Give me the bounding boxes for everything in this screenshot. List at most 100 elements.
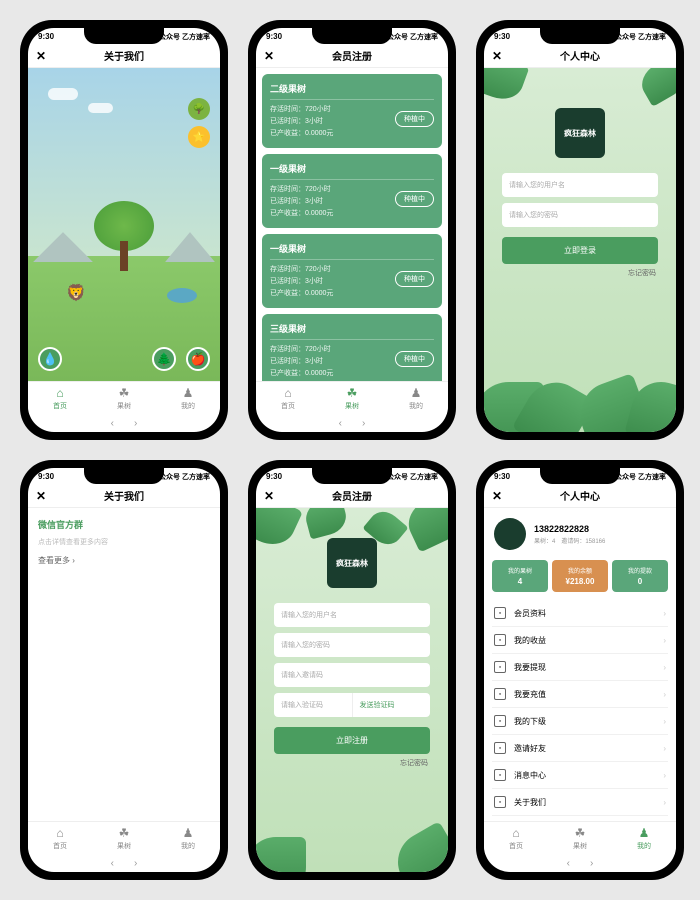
tree-card[interactable]: 三级果树存活时间：720小时已活时间：3小时已产收益：0.0000元种植中 [262,314,442,381]
login-button[interactable]: 立即登录 [502,237,658,264]
next[interactable]: › [590,858,593,869]
tree-icon: ☘ [345,386,359,400]
plant-button[interactable]: 种植中 [395,111,434,127]
user-icon: ♟ [409,386,423,400]
tree-icon: ☘ [117,826,131,840]
tab-home[interactable]: ⌂首页 [484,826,548,851]
chevron-right-icon: › [663,771,666,780]
close-icon[interactable]: ✕ [36,489,52,503]
tab-tree[interactable]: ☘果树 [92,386,156,411]
tab-home[interactable]: ⌂首页 [256,386,320,411]
menu-item[interactable]: ▫关于我们› [492,789,668,816]
menu-item[interactable]: ▫消息中心› [492,762,668,789]
logo: 疯狂森林 [555,108,605,158]
tree-card[interactable]: 一级果树存活时间：720小时已活时间：3小时已产收益：0.0000元种植中 [262,234,442,308]
chevron-right-icon: › [663,636,666,645]
chevron-right-icon: › [663,690,666,699]
password-input[interactable]: 请输入您的密码 [502,203,658,227]
invite-code-input[interactable]: 请输入邀请码 [274,663,430,687]
prev[interactable]: ‹ [111,858,114,869]
badge-2[interactable]: ⭐ [188,126,210,148]
card-title: 一级果树 [270,242,434,260]
tab-my[interactable]: ♟我的 [156,826,220,851]
chevron-right-icon: › [663,744,666,753]
menu-item[interactable]: ▫我要充值› [492,681,668,708]
fruit-button[interactable]: 🍎 [186,347,210,371]
captcha-input[interactable]: 请输入验证码 [274,693,352,717]
tab-home[interactable]: ⌂首页 [28,826,92,851]
mytree-button[interactable]: 🌲 [152,347,176,371]
forgot-link[interactable]: 忘记密码 [276,758,428,768]
time: 9:30 [38,32,54,42]
page-title: 关于我们 [52,48,196,63]
tab-tree[interactable]: ☘果树 [320,386,384,411]
plant-button[interactable]: 种植中 [395,271,434,287]
prev[interactable]: ‹ [111,418,114,429]
page-title: 个人中心 [508,48,652,63]
card-title: 二级果树 [270,82,434,100]
user-icon: ♟ [181,826,195,840]
close-icon[interactable]: ✕ [36,49,52,63]
menu-icon: ▫ [494,688,506,700]
stat-card[interactable]: 我的果树4 [492,560,548,592]
plant-button[interactable]: 种植中 [395,351,434,367]
tab-home[interactable]: ⌂首页 [28,386,92,411]
prev[interactable]: ‹ [339,418,342,429]
menu-item[interactable]: ▫我的收益› [492,627,668,654]
tab-my[interactable]: ♟我的 [156,386,220,411]
menu-item[interactable]: ▫我要提现› [492,654,668,681]
chevron-right-icon: › [663,798,666,807]
plant-button[interactable]: 种植中 [395,191,434,207]
time: 9:30 [494,472,510,482]
tab-tree[interactable]: ☘果树 [548,826,612,851]
menu-item[interactable]: ▫会员资料› [492,600,668,627]
view-more-link[interactable]: 查看更多 › [38,555,210,566]
menu-item[interactable]: ▫我的下级› [492,708,668,735]
prev[interactable]: ‹ [567,858,570,869]
username-input[interactable]: 请输入您的用户名 [502,173,658,197]
pond [167,288,197,303]
status-right: 公众号 乙方速率 [615,32,666,42]
menu-item[interactable]: ▫邀请好友› [492,735,668,762]
stat-card[interactable]: 我的提款0 [612,560,668,592]
username: 13822822828 [534,524,605,534]
menu-icon: ▫ [494,742,506,754]
time: 9:30 [38,472,54,482]
tab-my[interactable]: ♟我的 [612,826,676,851]
next[interactable]: › [362,418,365,429]
user-icon: ♟ [181,386,195,400]
stat-card[interactable]: 我的余额¥218.00 [552,560,608,592]
game-scene: 🦁 🌳 ⭐ 💧 🌲 🍎 [28,68,220,381]
username-input[interactable]: 请输入您的用户名 [274,603,430,627]
menu-icon: ▫ [494,607,506,619]
next[interactable]: › [134,858,137,869]
avatar[interactable] [494,518,526,550]
tab-tree[interactable]: ☘果树 [92,826,156,851]
card-title: 三级果树 [270,322,434,340]
status-right: 公众号 乙方速率 [387,472,438,482]
menu-icon: ▫ [494,715,506,727]
tree[interactable] [94,201,154,271]
close-icon[interactable]: ✕ [264,49,280,63]
send-code-button[interactable]: 发送验证码 [352,693,431,717]
menu-icon: ▫ [494,661,506,673]
chevron-right-icon: › [663,663,666,672]
close-icon[interactable]: ✕ [492,49,508,63]
water-button[interactable]: 💧 [38,347,62,371]
status-right: 公众号 乙方速率 [159,32,210,42]
password-input[interactable]: 请输入您的密码 [274,633,430,657]
time: 9:30 [266,472,282,482]
close-icon[interactable]: ✕ [492,489,508,503]
user-icon: ♟ [637,826,651,840]
close-icon[interactable]: ✕ [264,489,280,503]
badge-1[interactable]: 🌳 [188,98,210,120]
tree-card[interactable]: 二级果树存活时间：720小时已活时间：3小时已产收益：0.0000元种植中 [262,74,442,148]
register-button[interactable]: 立即注册 [274,727,430,754]
about-subtitle: 点击详情查看更多内容 [38,537,210,547]
tree-card[interactable]: 一级果树存活时间：720小时已活时间：3小时已产收益：0.0000元种植中 [262,154,442,228]
tab-my[interactable]: ♟我的 [384,386,448,411]
menu-icon: ▫ [494,796,506,808]
menu-icon: ▫ [494,769,506,781]
forgot-link[interactable]: 忘记密码 [504,268,656,278]
next[interactable]: › [134,418,137,429]
